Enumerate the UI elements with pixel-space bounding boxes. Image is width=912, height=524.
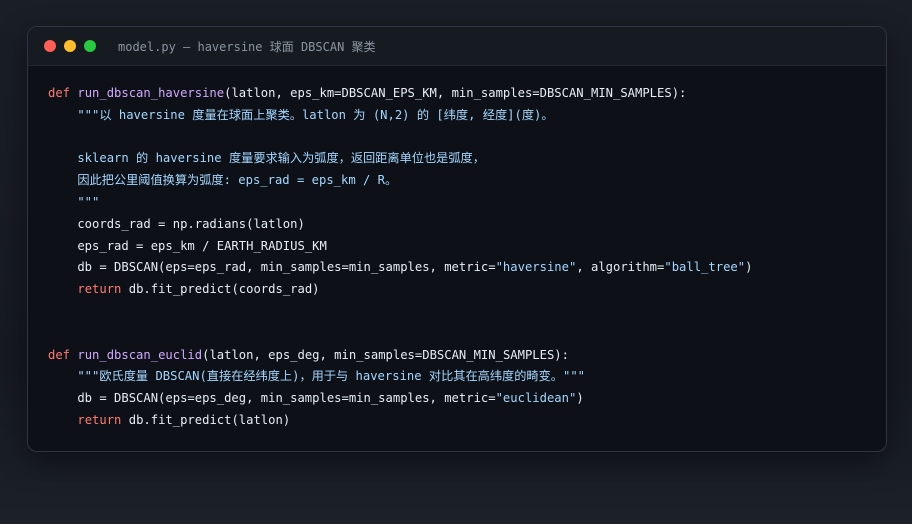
window-title: model.py — haversine 球面 DBSCAN 聚类 (118, 39, 376, 54)
code-line: 因此把公里阈值换算为弧度: eps_rad = eps_km / R。 (48, 170, 752, 192)
code-line: """ (48, 192, 752, 214)
code-token: ) (576, 391, 584, 406)
code-token: run_dbscan_haversine (77, 86, 225, 100)
code-token: """欧氏度量 DBSCAN(直接在经纬度上)，用于与 haversine 对比… (48, 369, 585, 384)
code-line: return db.fit_predict(latlon) (48, 410, 752, 432)
code-line: sklearn 的 haversine 度量要求输入为弧度，返回距离单位也是弧度… (48, 148, 752, 170)
code-line: """欧氏度量 DBSCAN(直接在经纬度上)，用于与 haversine 对比… (48, 366, 752, 388)
code-token: "haversine" (495, 260, 577, 275)
code-line: eps_rad = eps_km / EARTH_RADIUS_KM (48, 236, 752, 258)
code-token: """以 haversine 度量在球面上聚类。latlon 为 (N,2) 的… (48, 107, 554, 122)
code-line: """以 haversine 度量在球面上聚类。latlon 为 (N,2) 的… (48, 105, 752, 127)
window-titlebar: model.py — haversine 球面 DBSCAN 聚类 (28, 27, 886, 66)
code-token: , algorithm= (576, 260, 665, 275)
code-token: ) (745, 260, 753, 275)
code-token: def (48, 86, 71, 100)
editor-window: model.py — haversine 球面 DBSCAN 聚类 def ru… (27, 26, 887, 452)
code-token: "euclidean" (495, 391, 577, 406)
code-token: db = DBSCAN(eps=eps_rad, min_samples=min… (48, 260, 496, 275)
code-token: coords_rad = np.radians(latlon) (48, 216, 305, 231)
code-token: 因此把公里阈值换算为弧度: eps_rad = eps_km / R。 (48, 173, 398, 188)
maximize-dot-icon[interactable] (84, 40, 96, 52)
code-token: db.fit_predict(latlon) (121, 412, 291, 427)
code-token: def (48, 347, 71, 362)
code-token: (latlon, eps_deg, min_samples=DBSCAN_MIN… (202, 347, 569, 362)
code-token: (latlon, eps_km=DBSCAN_EPS_KM, min_sampl… (224, 86, 687, 100)
code-token: eps_rad = eps_km / EARTH_RADIUS_KM (48, 238, 327, 253)
code-line: db = DBSCAN(eps=eps_rad, min_samples=min… (48, 257, 752, 279)
code-line: db = DBSCAN(eps=eps_deg, min_samples=min… (48, 388, 752, 410)
code-line: coords_rad = np.radians(latlon) (48, 214, 752, 236)
code-token: db = DBSCAN(eps=eps_deg, min_samples=min… (48, 391, 496, 406)
code-line: return db.fit_predict(coords_rad) (48, 279, 752, 301)
minimize-dot-icon[interactable] (64, 40, 76, 52)
close-dot-icon[interactable] (44, 40, 56, 52)
code-line: def run_dbscan_haversine(latlon, eps_km=… (48, 83, 752, 105)
code-token: return (77, 282, 122, 297)
code-editor[interactable]: def run_dbscan_haversine(latlon, eps_km=… (48, 83, 752, 432)
code-token: return (77, 412, 122, 427)
code-token: db.fit_predict(coords_rad) (121, 282, 320, 297)
code-token: "ball_tree" (664, 260, 746, 275)
code-token: sklearn 的 haversine 度量要求输入为弧度，返回距离单位也是弧度… (48, 151, 485, 166)
code-token: """ (48, 194, 100, 209)
code-token: run_dbscan_euclid (77, 347, 203, 362)
code-line: def run_dbscan_euclid(latlon, eps_deg, m… (48, 345, 752, 367)
